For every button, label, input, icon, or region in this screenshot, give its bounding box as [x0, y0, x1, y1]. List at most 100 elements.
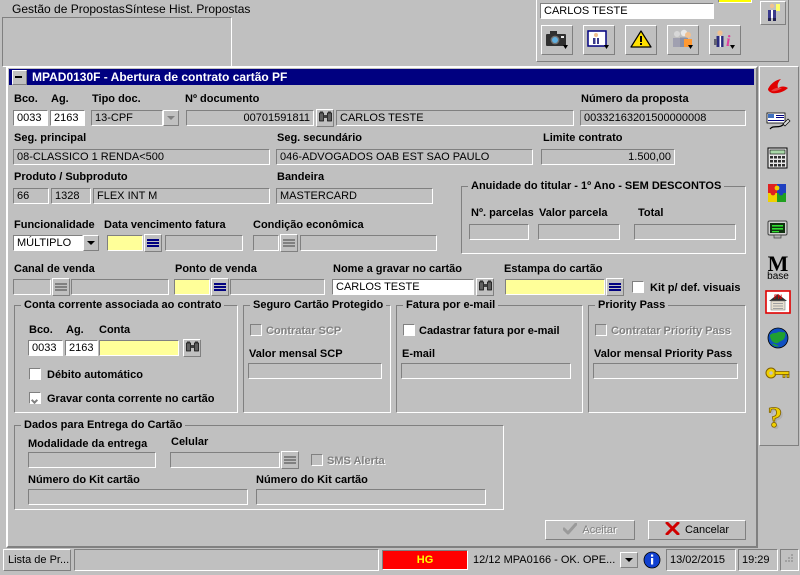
globe-icon-button[interactable]	[763, 324, 793, 354]
client-info-icon: i	[713, 29, 737, 52]
contratar-scp-checkbox[interactable]	[250, 324, 262, 336]
modalidade-entrega-field[interactable]	[28, 452, 156, 468]
numero-kit-cartao-field-1[interactable]	[28, 489, 248, 505]
santander-flame-icon-button[interactable]	[763, 72, 793, 102]
gravar-conta-checkbox[interactable]	[29, 392, 41, 404]
statusbar-resize-grip[interactable]	[780, 549, 799, 571]
canal-venda-list-button[interactable]	[52, 278, 70, 296]
menu-item-gestao-propostas[interactable]: Gestão de Propostas	[10, 2, 127, 16]
label-valor-mensal-priority-pass: Valor mensal Priority Pass	[594, 348, 733, 360]
cc-conta-field[interactable]	[99, 340, 179, 356]
group-icon	[671, 29, 695, 52]
data-vencimento-field[interactable]	[107, 235, 143, 251]
taskbar-button-label: Lista de Pr...	[8, 554, 70, 566]
label-seg-secundario: Seg. secundário	[277, 132, 362, 144]
nome-gravar-field[interactable]: CARLOS TESTE	[332, 279, 474, 295]
condicao-economica-codigo-field[interactable]	[253, 235, 279, 251]
santander-flame-icon	[765, 75, 791, 100]
status-badge-hg: HG	[382, 550, 468, 570]
fatura-email-group-caption: Fatura por e-mail	[403, 299, 499, 311]
data-vencimento-list-button[interactable]	[144, 234, 162, 252]
celular-field[interactable]	[170, 452, 280, 468]
chevron-down-icon	[87, 241, 95, 245]
bco-field[interactable]: 0033	[13, 110, 48, 126]
funcionalidade-dropdown-button[interactable]	[83, 235, 99, 251]
warning-icon-button[interactable]	[625, 25, 657, 55]
contratar-priority-pass-checkbox[interactable]	[595, 324, 607, 336]
key-icon-button[interactable]	[763, 360, 793, 390]
binoculars-icon	[318, 111, 332, 125]
celular-list-button[interactable]	[281, 451, 299, 469]
cc-conta-search-button[interactable]	[183, 339, 201, 357]
group-icon-button[interactable]	[667, 25, 699, 55]
kit-def-visuais-checkbox[interactable]	[632, 281, 644, 293]
valor-mensal-priority-pass-field[interactable]	[593, 363, 738, 379]
label-data-vencimento-fatura: Data vencimento fatura	[104, 219, 226, 231]
scp-group-caption: Seguro Cartão Protegido	[250, 299, 387, 311]
debito-automatico-checkbox[interactable]	[29, 368, 41, 380]
id-card-icon-button[interactable]	[583, 25, 615, 55]
label-num-parcelas: Nº. parcelas	[471, 207, 534, 219]
menu-item-sintese-hist-propostas[interactable]: Síntese Hist. Propostas	[123, 2, 252, 16]
puzzle-icon	[766, 183, 790, 208]
aceitar-button[interactable]: Aceitar	[545, 520, 635, 540]
valor-parcela-field[interactable]	[538, 224, 620, 240]
cancelar-button[interactable]: Cancelar	[648, 520, 746, 540]
sms-alerta-checkbox[interactable]	[311, 454, 323, 466]
anuidade-group-caption: Anuidade do titular - 1º Ano - SEM DESCO…	[468, 180, 725, 192]
client-name-field[interactable]: CARLOS TESTE	[540, 3, 714, 19]
priority-pass-group-caption: Priority Pass	[595, 299, 669, 311]
calculator-icon-button[interactable]	[763, 144, 793, 174]
mbase-icon-button[interactable]: M base	[760, 250, 796, 284]
chevron-down-icon	[167, 116, 175, 120]
cc-ag-field[interactable]: 2163	[65, 340, 98, 356]
valor-mensal-scp-field[interactable]	[248, 363, 382, 379]
label-contratar-scp: Contratar SCP	[266, 325, 342, 337]
label-cadastrar-fatura-email: Cadastrar fatura por e-mail	[419, 325, 560, 337]
label-cc-conta: Conta	[99, 324, 131, 336]
label-num-documento: Nº documento	[185, 93, 260, 105]
subproduto-codigo-field: 1328	[51, 188, 91, 204]
tipo-doc-dropdown-button[interactable]	[163, 110, 179, 126]
cc-bco-field[interactable]: 0033	[28, 340, 63, 356]
label-contratar-priority-pass: Contratar Priority Pass	[611, 325, 731, 337]
nome-gravar-search-button[interactable]	[476, 278, 494, 296]
seg-principal-field: 08-CLASSICO 1 RENDA<500	[13, 149, 270, 165]
client-info-icon-button[interactable]: i	[709, 25, 741, 55]
funcionalidade-field[interactable]: MÚLTIPLO	[13, 235, 83, 251]
mbase-label: base	[767, 270, 789, 282]
monitor-icon-button[interactable]	[763, 216, 793, 246]
label-ponto-venda: Ponto de venda	[175, 263, 257, 275]
estampa-cartao-list-button[interactable]	[606, 278, 624, 296]
email-field[interactable]	[401, 363, 571, 379]
total-anuidade-field[interactable]	[634, 224, 736, 240]
estampa-cartao-field[interactable]	[505, 279, 605, 295]
ponto-venda-list-button[interactable]	[211, 278, 229, 296]
svg-text:?: ?	[768, 403, 783, 433]
num-documento-search-button[interactable]	[316, 109, 334, 127]
signature-icon-button[interactable]	[763, 108, 793, 138]
canal-venda-codigo-field[interactable]	[13, 279, 51, 295]
num-parcelas-field[interactable]	[469, 224, 529, 240]
camera-icon-button[interactable]	[541, 25, 573, 55]
cadastrar-fatura-email-checkbox[interactable]	[403, 324, 415, 336]
entrega-group-caption: Dados para Entrega do Cartão	[21, 419, 186, 431]
fn-house-icon-button[interactable]: FN	[763, 288, 793, 318]
info-icon-button[interactable]	[642, 551, 662, 571]
condicao-economica-list-button[interactable]	[280, 234, 298, 252]
system-menu-icon[interactable]	[12, 69, 27, 85]
ponto-venda-codigo-field[interactable]	[174, 279, 210, 295]
tipo-doc-field[interactable]: 13-CPF	[91, 110, 163, 126]
conta-corrente-group-caption: Conta corrente associada ao contrato	[21, 299, 225, 311]
resize-grip-icon	[784, 553, 795, 567]
label-valor-parcela: Valor parcela	[539, 207, 608, 219]
num-documento-field[interactable]: 00701591811	[186, 110, 314, 126]
help-question-icon-button[interactable]: ? ?	[763, 400, 793, 435]
taskbar-button-lista-propostas[interactable]: Lista de Pr...	[3, 549, 71, 571]
person-icon-button[interactable]	[760, 1, 786, 25]
ag-field[interactable]: 2163	[50, 110, 85, 126]
fn-house-icon: FN	[765, 289, 791, 317]
statusbar-message-dropdown-button[interactable]	[620, 552, 638, 568]
numero-kit-cartao-field-2[interactable]	[256, 489, 486, 505]
puzzle-icon-button[interactable]	[763, 180, 793, 210]
